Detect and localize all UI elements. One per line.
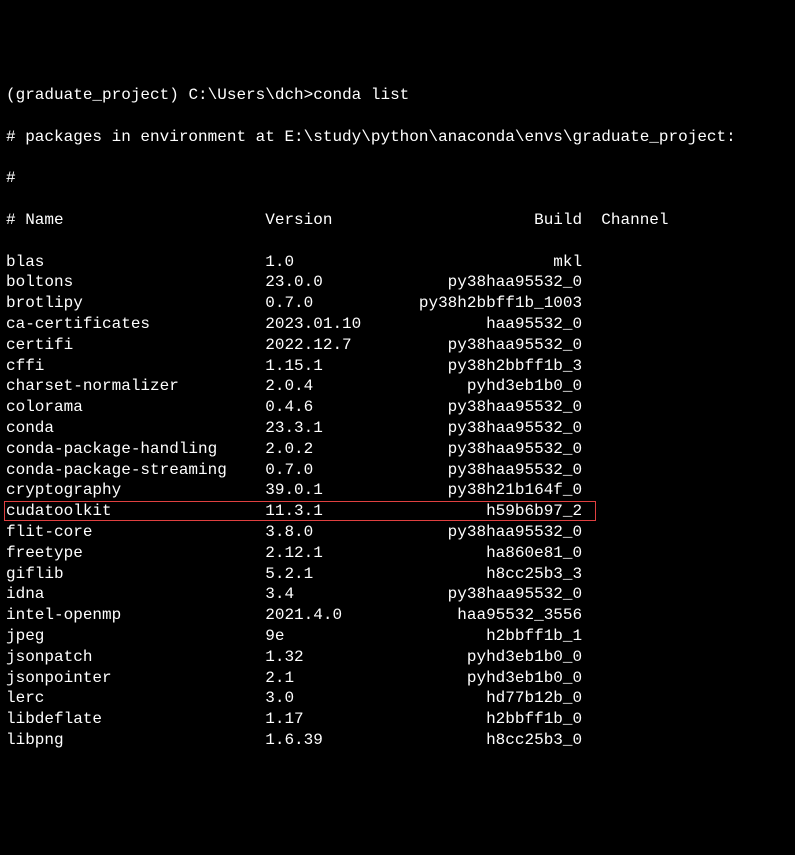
package-row: intel-openmp 2021.4.0 haa95532_3556 <box>6 605 789 626</box>
package-row: certifi 2022.12.7 py38haa95532_0 <box>6 335 789 356</box>
package-row: jpeg 9e h2bbff1b_1 <box>6 626 789 647</box>
package-row: cffi 1.15.1 py38h2bbff1b_3 <box>6 356 789 377</box>
command-text: conda list <box>313 86 409 104</box>
column-headers: # Name Version Build Channel <box>6 210 789 231</box>
package-row: idna 3.4 py38haa95532_0 <box>6 584 789 605</box>
package-row: jsonpointer 2.1 pyhd3eb1b0_0 <box>6 668 789 689</box>
package-row: libpng 1.6.39 h8cc25b3_0 <box>6 730 789 751</box>
package-row: conda-package-handling 2.0.2 py38haa9553… <box>6 439 789 460</box>
package-row: libdeflate 1.17 h2bbff1b_0 <box>6 709 789 730</box>
package-row: freetype 2.12.1 ha860e81_0 <box>6 543 789 564</box>
package-row: flit-core 3.8.0 py38haa95532_0 <box>6 522 789 543</box>
package-row: cryptography 39.0.1 py38h21b164f_0 <box>6 480 789 501</box>
package-row: giflib 5.2.1 h8cc25b3_3 <box>6 564 789 585</box>
highlight-box <box>4 501 596 521</box>
package-row: ca-certificates 2023.01.10 haa95532_0 <box>6 314 789 335</box>
package-row: conda-package-streaming 0.7.0 py38haa955… <box>6 460 789 481</box>
package-row: jsonpatch 1.32 pyhd3eb1b0_0 <box>6 647 789 668</box>
package-row: conda 23.3.1 py38haa95532_0 <box>6 418 789 439</box>
package-row: charset-normalizer 2.0.4 pyhd3eb1b0_0 <box>6 376 789 397</box>
package-row: brotlipy 0.7.0 py38h2bbff1b_1003 <box>6 293 789 314</box>
package-list: blas 1.0 mklboltons 23.0.0 py38haa95532_… <box>6 252 789 751</box>
package-row: colorama 0.4.6 py38haa95532_0 <box>6 397 789 418</box>
package-row: boltons 23.0.0 py38haa95532_0 <box>6 272 789 293</box>
environment-info: # packages in environment at E:\study\py… <box>6 127 789 148</box>
package-row: lerc 3.0 hd77b12b_0 <box>6 688 789 709</box>
package-row: blas 1.0 mkl <box>6 252 789 273</box>
package-row: cudatoolkit 11.3.1 h59b6b97_2 <box>6 501 789 522</box>
hash-divider: # <box>6 168 789 189</box>
directory-path: C:\Users\dch> <box>188 86 313 104</box>
env-prefix: (graduate_project) <box>6 86 179 104</box>
command-prompt[interactable]: (graduate_project) C:\Users\dch>conda li… <box>6 85 789 106</box>
